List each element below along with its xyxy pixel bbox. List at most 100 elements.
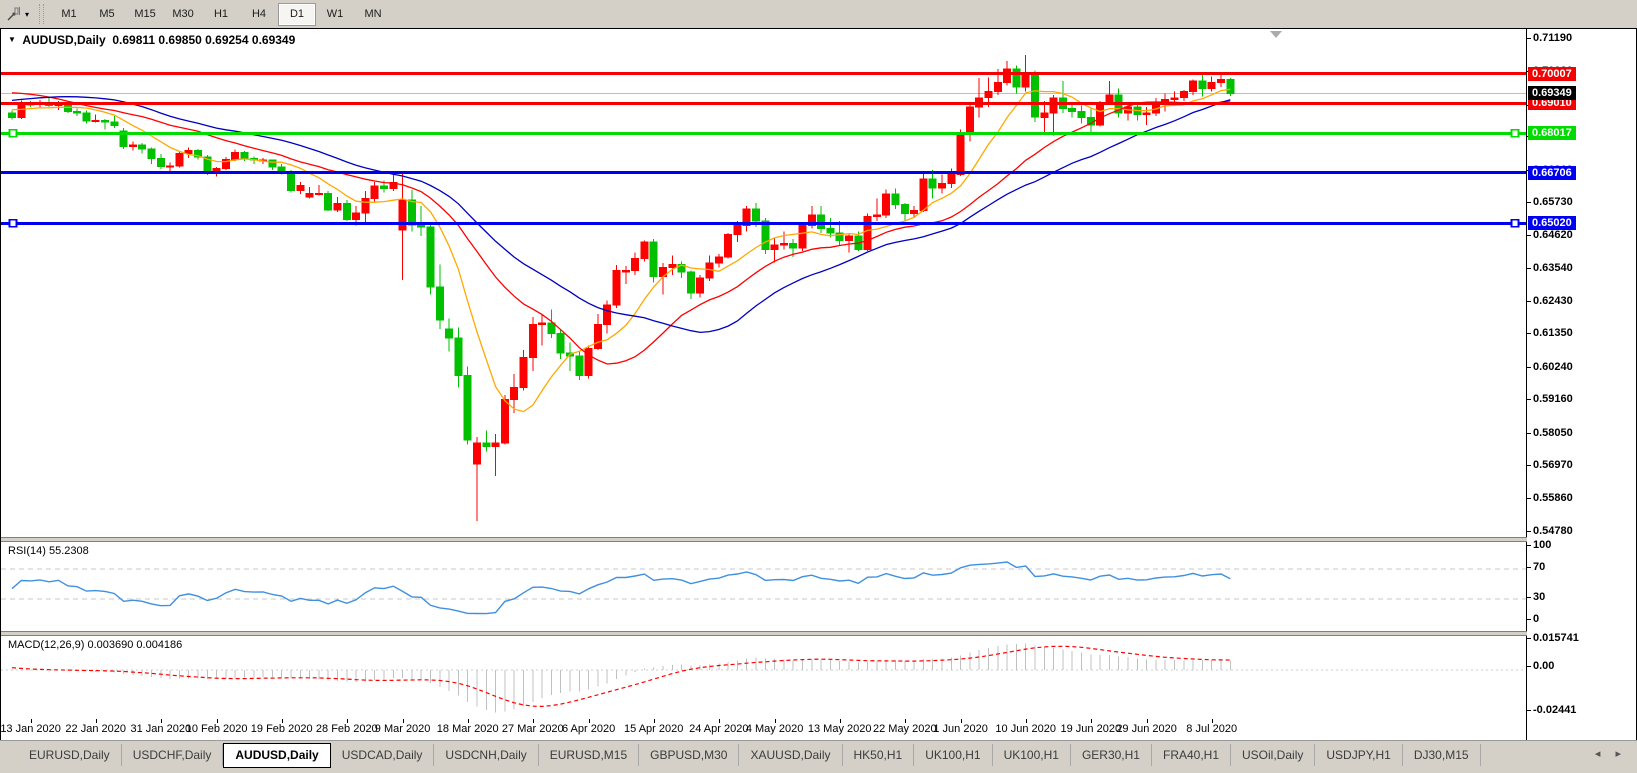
price-axis-tick: 0.61350 [1533, 326, 1573, 340]
price-axis-tick: 0.60240 [1533, 360, 1573, 374]
date-axis-labels[interactable]: 13 Jan 202022 Jan 202031 Jan 202010 Feb … [1, 719, 1527, 741]
toolbar-grip-handle[interactable] [39, 4, 44, 24]
chart-tab-bar: EURUSD,DailyUSDCHF,DailyAUDUSD,DailyUSDC… [0, 740, 1637, 773]
price-axis-tick: 0.58050 [1533, 426, 1573, 440]
timeframe-button-d1[interactable]: D1 [278, 3, 316, 26]
macd-chart-canvas[interactable] [1, 636, 1526, 719]
price-plot-area[interactable]: ▼ AUDUSD,Daily 0.69811 0.69850 0.69254 0… [1, 29, 1527, 537]
axis-tick-mark [1527, 202, 1531, 203]
price-badge-0.65020: 0.65020 [1528, 216, 1576, 230]
hline-handle [1512, 220, 1519, 227]
rsi-axis-tick: 100 [1533, 538, 1551, 552]
crosshair-tool-icon [6, 6, 22, 22]
timeframe-button-h4[interactable]: H4 [240, 3, 278, 26]
rsi-pane: RSI(14) 55.2308 [1, 542, 1636, 631]
hline-handle [1512, 130, 1519, 137]
chart-tab-usoil-daily[interactable]: USOil,Daily [1231, 744, 1315, 766]
timeframe-button-group: M1M5M15M30H1H4D1W1MN [50, 3, 392, 26]
chart-tab-audusd-daily[interactable]: AUDUSD,Daily [223, 743, 330, 768]
tab-scroll-arrows[interactable]: ◂ ▸ [1595, 747, 1627, 760]
chart-tab-usdchf-daily[interactable]: USDCHF,Daily [122, 744, 224, 766]
chart-tab-uk100-h1[interactable]: UK100,H1 [914, 744, 992, 766]
chart-tab-usdjpy-h1[interactable]: USDJPY,H1 [1315, 744, 1402, 766]
chart-tab-eurusd-m15[interactable]: EURUSD,M15 [539, 744, 639, 766]
chart-tab-xauusd-daily[interactable]: XAUUSD,Daily [739, 744, 842, 766]
timeframe-button-m30[interactable]: M30 [164, 3, 202, 26]
chart-symbol-label: AUDUSD,Daily [22, 33, 105, 47]
date-axis: 13 Jan 202022 Jan 202031 Jan 202010 Feb … [1, 719, 1636, 741]
timeframe-button-m15[interactable]: M15 [126, 3, 164, 26]
axis-tick-mark [1527, 498, 1531, 499]
chart-tab-uk100-h1[interactable]: UK100,H1 [993, 744, 1071, 766]
axis-tick-mark [1527, 235, 1531, 236]
chart-tab-gbpusd-m30[interactable]: GBPUSD,M30 [639, 744, 739, 766]
chart-window: ▼ AUDUSD,Daily 0.69811 0.69850 0.69254 0… [0, 28, 1637, 740]
axis-tick-mark [1527, 367, 1531, 368]
macd-axis-tick: -0.02441 [1533, 703, 1576, 717]
axis-tick-mark [1527, 619, 1531, 620]
axis-tick-mark [1527, 567, 1531, 568]
chart-tab-ger30-h1[interactable]: GER30,H1 [1071, 744, 1152, 766]
ohlc-open: 0.69811 [112, 33, 155, 47]
price-badge-0.70007: 0.70007 [1528, 67, 1576, 81]
axis-tick-mark [1527, 531, 1531, 532]
axis-tick-mark [1527, 545, 1531, 546]
axis-tick-mark [1527, 433, 1531, 434]
price-axis-tick: 0.55860 [1533, 491, 1573, 505]
timeframe-button-m5[interactable]: M5 [88, 3, 126, 26]
axis-tick-mark [1527, 268, 1531, 269]
axis-tick-mark [1527, 710, 1531, 711]
date-label: 8 Jul 2020 [1172, 723, 1252, 735]
price-pane: ▼ AUDUSD,Daily 0.69811 0.69850 0.69254 0… [1, 29, 1636, 537]
rsi-axis-tick: 70 [1533, 560, 1545, 574]
timeframe-button-m1[interactable]: M1 [50, 3, 88, 26]
chevron-down-icon: ▾ [25, 10, 29, 19]
rsi-axis-tick: 0 [1533, 612, 1539, 626]
price-axis-tick: 0.64620 [1533, 228, 1573, 242]
price-axis-tick: 0.59160 [1533, 392, 1573, 406]
price-axis-tick: 0.62430 [1533, 294, 1573, 308]
symbol-dropdown-arrow-icon[interactable]: ▼ [8, 35, 16, 44]
macd-axis-tick: 0.015741 [1533, 631, 1579, 645]
macd-plot-area[interactable]: MACD(12,26,9) 0.003690 0.004186 [1, 636, 1527, 719]
chart-title: ▼ AUDUSD,Daily 0.69811 0.69850 0.69254 0… [8, 33, 295, 47]
chart-tab-hk50-h1[interactable]: HK50,H1 [843, 744, 915, 766]
chart-tab-usdcad-daily[interactable]: USDCAD,Daily [331, 744, 435, 766]
axis-tick-mark [1527, 666, 1531, 667]
rsi-label: RSI(14) 55.2308 [8, 545, 89, 557]
chart-tab-eurusd-daily[interactable]: EURUSD,Daily [18, 744, 122, 766]
timeframe-button-w1[interactable]: W1 [316, 3, 354, 26]
timeframe-button-h1[interactable]: H1 [202, 3, 240, 26]
chart-tab-fra40-h1[interactable]: FRA40,H1 [1152, 744, 1231, 766]
timeframe-button-mn[interactable]: MN [354, 3, 392, 26]
rsi-chart-canvas[interactable] [1, 542, 1526, 631]
top-toolbar: ▾ M1M5M15M30H1H4D1W1MN [0, 0, 1637, 28]
axis-tick-mark [1527, 301, 1531, 302]
axis-tick-mark [1527, 597, 1531, 598]
current-price-badge: 0.69349 [1528, 86, 1576, 100]
macd-label: MACD(12,26,9) 0.003690 0.004186 [8, 639, 182, 651]
chart-tab-dj30-m15[interactable]: DJ30,M15 [1403, 744, 1481, 766]
price-badge-0.68017: 0.68017 [1528, 126, 1576, 140]
axis-tick-mark [1527, 38, 1531, 39]
ohlc-low: 0.69254 [205, 33, 248, 47]
axis-tick-mark [1527, 638, 1531, 639]
hline-handle [10, 130, 17, 137]
chart-tab-usdcnh-daily[interactable]: USDCNH,Daily [434, 744, 538, 766]
price-axis-tick: 0.56970 [1533, 458, 1573, 472]
candlestick-chart-canvas[interactable] [1, 29, 1526, 537]
ohlc-close: 0.69349 [252, 33, 295, 47]
hline-handle [10, 220, 17, 227]
price-badge-0.66706: 0.66706 [1528, 166, 1576, 180]
price-axis[interactable]: 0.711900.700800.689700.679200.668100.657… [1527, 29, 1636, 739]
chart-shift-marker-icon [1270, 31, 1282, 38]
axis-tick-mark [1527, 333, 1531, 334]
price-axis-tick: 0.71190 [1533, 31, 1572, 45]
price-axis-tick: 0.54780 [1533, 524, 1573, 538]
ohlc-high: 0.69850 [158, 33, 201, 47]
axis-tick-mark [1527, 399, 1531, 400]
price-axis-tick: 0.63540 [1533, 261, 1573, 275]
price-axis-tick: 0.65730 [1533, 195, 1573, 209]
rsi-plot-area[interactable]: RSI(14) 55.2308 [1, 542, 1527, 631]
chart-cursor-tool-button[interactable]: ▾ [0, 3, 35, 25]
